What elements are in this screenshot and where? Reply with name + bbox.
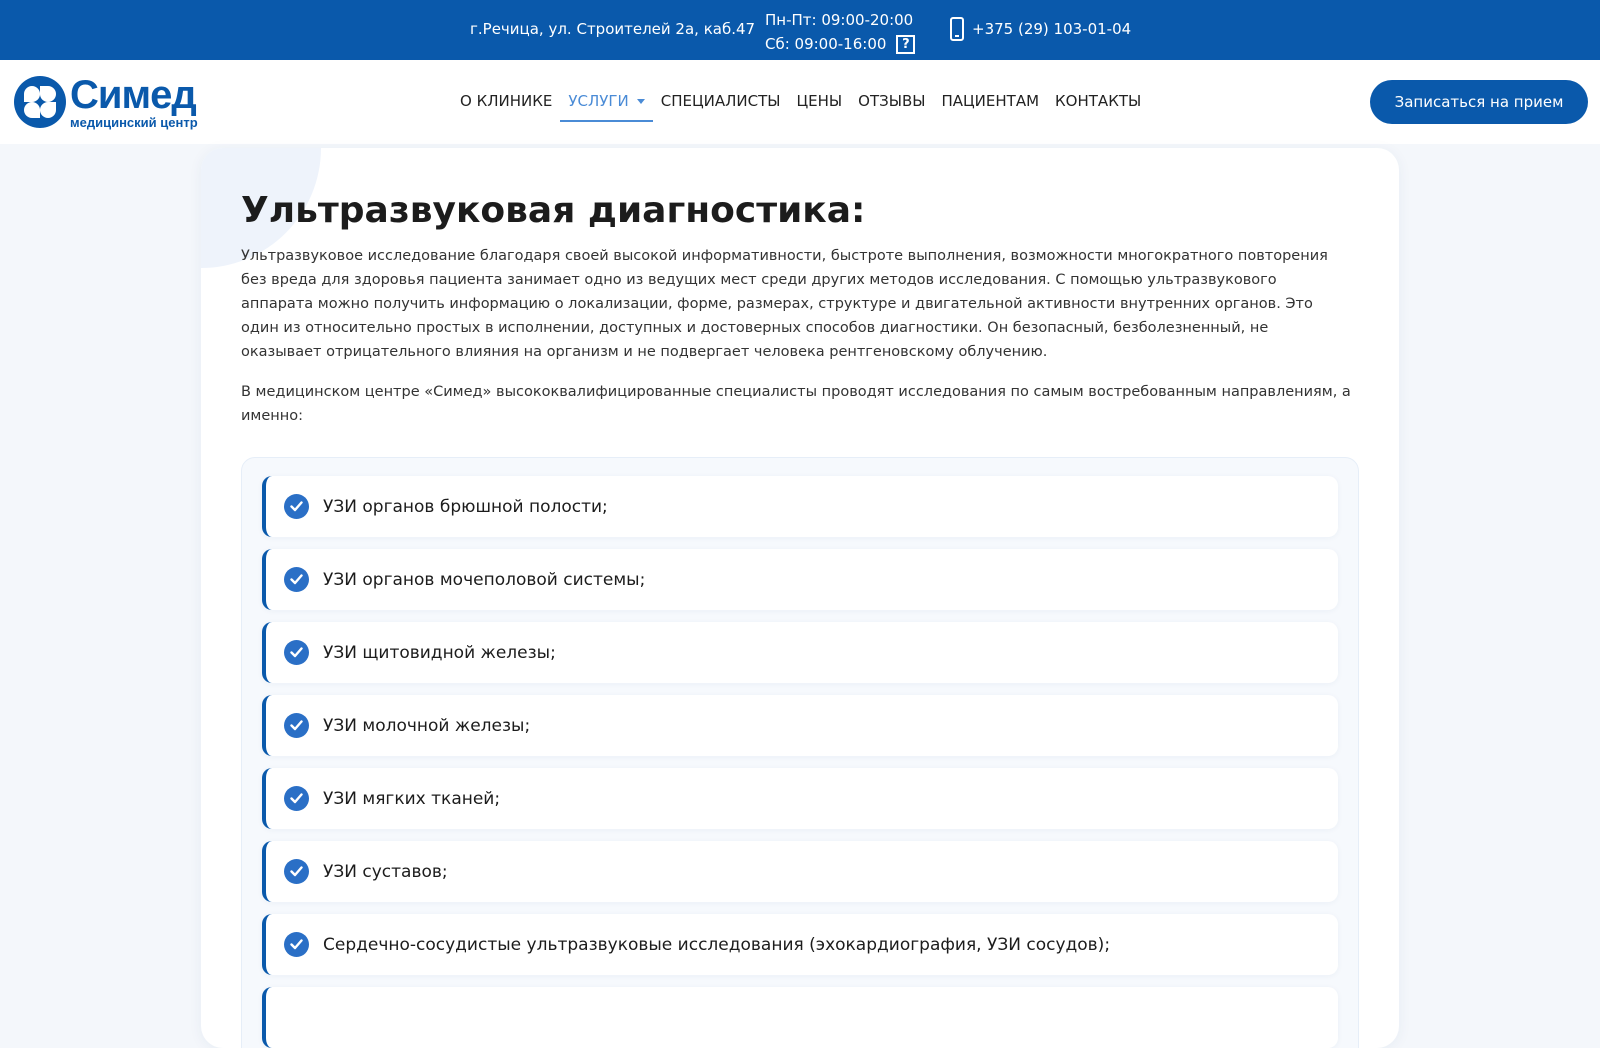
check-circle-icon <box>284 932 309 957</box>
logo-emblem-icon <box>14 76 66 128</box>
logo-name: Симед <box>70 73 197 117</box>
hours-weekdays-row: Пн-Пт: 09:00-20:00 <box>765 8 915 32</box>
check-circle-icon <box>284 494 309 519</box>
logo-subtitle: медицинский центр <box>70 115 198 130</box>
check-circle-icon <box>284 859 309 884</box>
hours-saturday-row: Сб: 09:00-16:00 ? <box>765 32 916 56</box>
list-item-text: УЗИ органов брюшной полости; <box>323 496 608 517</box>
site-header: Симед медицинский центр О КЛИНИКЕ УСЛУГИ… <box>0 60 1600 144</box>
list-item-text: УЗИ мягких тканей; <box>323 788 501 809</box>
phone-contact[interactable]: +375 (29) 103-01-04 <box>950 17 1131 41</box>
intro-paragraph: Ультразвуковое исследование благодаря св… <box>241 248 1328 360</box>
main-navigation: О КЛИНИКЕ УСЛУГИ СПЕЦИАЛИСТЫ ЦЕНЫ ОТЗЫВЫ… <box>452 86 1149 122</box>
list-item: Сердечно-сосудистые ультразвуковые иссле… <box>262 914 1338 975</box>
hours-weekdays: Пн-Пт: 09:00-20:00 <box>765 11 914 29</box>
list-item: УЗИ щитовидной железы; <box>262 622 1338 683</box>
list-item: УЗИ суставов; <box>262 841 1338 902</box>
list-item: УЗИ мягких тканей; <box>262 768 1338 829</box>
list-item-text: УЗИ щитовидной железы; <box>323 642 556 663</box>
list-item-partial <box>262 987 1338 1048</box>
nav-specialists[interactable]: СПЕЦИАЛИСТЫ <box>653 86 789 122</box>
list-item-text: УЗИ суставов; <box>323 861 448 882</box>
list-item: УЗИ органов брюшной полости; <box>262 476 1338 537</box>
nav-patients[interactable]: ПАЦИЕНТАМ <box>934 86 1048 122</box>
nav-services[interactable]: УСЛУГИ <box>560 86 653 122</box>
list-item-text: Сердечно-сосудистые ультразвуковые иссле… <box>323 934 1111 955</box>
nav-reviews[interactable]: ОТЗЫВЫ <box>850 86 933 122</box>
top-info-bar: г.Речица, ул. Строителей 2а, каб.47 Пн-П… <box>0 0 1600 60</box>
chevron-down-icon <box>636 99 645 104</box>
book-appointment-button[interactable]: Записаться на прием <box>1370 80 1588 124</box>
logo-text: Симед медицинский центр <box>70 75 198 129</box>
list-item-text: УЗИ молочной железы; <box>323 715 531 736</box>
check-circle-icon <box>284 713 309 738</box>
services-list: УЗИ органов брюшной полости; УЗИ органов… <box>241 457 1359 1048</box>
phone-number[interactable]: +375 (29) 103-01-04 <box>972 20 1131 38</box>
content-card: Ультразвуковая диагностика: Ультразвуков… <box>201 148 1399 1048</box>
nav-contacts[interactable]: КОНТАКТЫ <box>1047 86 1149 122</box>
hours-saturday: Сб: 09:00-16:00 <box>765 35 887 53</box>
page-title: Ультразвуковая диагностика: <box>241 190 866 231</box>
clinic-address: г.Речица, ул. Строителей 2а, каб.47 <box>470 20 756 38</box>
list-item: УЗИ органов мочеполовой системы; <box>262 549 1338 610</box>
working-hours: Пн-Пт: 09:00-20:00 Сб: 09:00-16:00 ? <box>765 8 916 56</box>
nav-prices[interactable]: ЦЕНЫ <box>789 86 851 122</box>
nav-about[interactable]: О КЛИНИКЕ <box>452 86 560 122</box>
intro-paragraph-2: В медицинском центре «Симед» высококвали… <box>241 384 1351 424</box>
list-item-text: УЗИ органов мочеполовой системы; <box>323 569 646 590</box>
list-item: УЗИ молочной железы; <box>262 695 1338 756</box>
check-circle-icon <box>284 640 309 665</box>
nav-services-label: УСЛУГИ <box>568 92 629 110</box>
check-circle-icon <box>284 567 309 592</box>
mobile-phone-icon <box>950 17 964 41</box>
check-circle-icon <box>284 786 309 811</box>
hours-help-icon[interactable]: ? <box>896 34 916 54</box>
clinic-logo[interactable]: Симед медицинский центр <box>14 74 214 130</box>
